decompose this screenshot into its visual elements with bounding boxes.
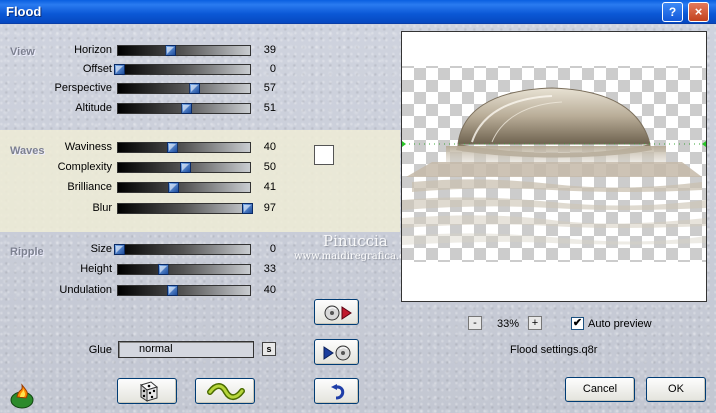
slider-complexity[interactable] — [117, 162, 251, 173]
glue-label: Glue — [88, 344, 112, 356]
slider-thumb[interactable] — [114, 244, 125, 255]
dice-icon — [139, 381, 159, 402]
save-settings-icon — [323, 345, 351, 361]
slider-thumb[interactable] — [180, 162, 191, 173]
slider-thumb[interactable] — [166, 142, 178, 153]
slider-value: 0 — [269, 243, 276, 255]
slider-blur[interactable] — [117, 203, 254, 214]
auto-preview-label: Auto preview — [588, 318, 652, 330]
slider-size[interactable] — [114, 244, 251, 255]
slider-label: Blur — [92, 202, 112, 214]
slider-label: Brilliance — [67, 181, 112, 193]
slider-label: Perspective — [54, 82, 112, 94]
zoom-out-button[interactable]: - — [468, 316, 482, 330]
slider-thumb[interactable] — [168, 182, 180, 193]
slider-thumb[interactable] — [166, 285, 178, 296]
watermark-name: Pinuccia — [323, 232, 388, 250]
slider-value: 41 — [263, 181, 276, 193]
slider-value: 40 — [263, 141, 276, 153]
slider-label: Undulation — [59, 284, 112, 296]
slider-thumb[interactable] — [165, 45, 177, 56]
random-button[interactable] — [117, 378, 177, 404]
close-button[interactable]: × — [688, 2, 709, 22]
slider-perspective[interactable] — [117, 83, 251, 94]
slider-thumb[interactable] — [114, 64, 125, 75]
slider-undulation[interactable] — [117, 285, 251, 296]
slider-thumb[interactable] — [157, 264, 169, 275]
preview-panel[interactable] — [401, 31, 707, 302]
slider-value: 0 — [269, 63, 276, 75]
load-settings-icon — [324, 305, 352, 321]
slider-label: Complexity — [57, 161, 112, 173]
slider-waviness[interactable] — [117, 142, 251, 153]
glue-s-button[interactable]: s — [262, 342, 276, 356]
slider-label: Horizon — [74, 44, 112, 56]
slider-offset[interactable] — [114, 64, 251, 75]
window-title: Flood — [6, 4, 42, 19]
slider-horizon[interactable] — [117, 45, 251, 56]
slider-altitude[interactable] — [117, 103, 251, 114]
slider-height[interactable] — [117, 264, 251, 275]
slider-thumb[interactable] — [181, 103, 193, 114]
reset-button[interactable] — [195, 378, 255, 404]
slider-brilliance[interactable] — [117, 182, 251, 193]
watermark-url: www.maidiregrafica.eu — [294, 251, 412, 262]
slider-value: 57 — [263, 82, 276, 94]
wave-reset-icon — [207, 383, 245, 401]
slider-value: 39 — [263, 44, 276, 56]
title-bar: Flood ? × — [0, 0, 716, 24]
preview-image — [402, 66, 706, 262]
slider-label: Altitude — [75, 102, 112, 114]
save-settings-button[interactable] — [314, 339, 359, 365]
ok-button[interactable]: OK — [646, 377, 706, 402]
help-button[interactable]: ? — [662, 2, 683, 22]
auto-preview-checkbox[interactable]: ✔ — [571, 317, 584, 330]
undo-icon — [331, 384, 345, 400]
slider-thumb[interactable] — [189, 83, 201, 94]
flame-logo-icon — [9, 383, 35, 409]
slider-value: 97 — [263, 202, 276, 214]
wave-color-swatch[interactable] — [314, 145, 334, 165]
settings-file-name: Flood settings.q8r — [510, 344, 598, 356]
slider-value: 50 — [263, 161, 276, 173]
zoom-level: 33% — [496, 318, 520, 330]
cancel-button[interactable]: Cancel — [565, 377, 635, 402]
slider-label: Height — [80, 263, 112, 275]
undo-button[interactable] — [314, 378, 359, 404]
slider-label: Size — [90, 243, 112, 255]
zoom-in-button[interactable]: + — [528, 316, 542, 330]
slider-value: 51 — [263, 102, 276, 114]
load-settings-button[interactable] — [314, 299, 359, 325]
glue-mode-select[interactable]: normal — [118, 341, 254, 358]
slider-label: Offset — [82, 63, 112, 75]
slider-value: 33 — [263, 263, 276, 275]
slider-value: 40 — [263, 284, 276, 296]
slider-label: Waviness — [64, 141, 112, 153]
